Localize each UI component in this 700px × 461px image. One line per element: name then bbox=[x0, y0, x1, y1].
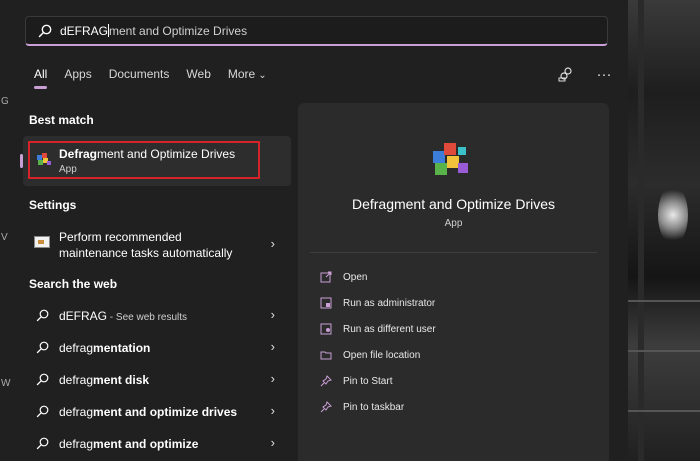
search-icon bbox=[36, 309, 49, 322]
action-label: Pin to Start bbox=[343, 375, 393, 387]
pin-icon bbox=[320, 401, 332, 413]
defrag-app-icon bbox=[37, 153, 51, 165]
action-label: Run as administrator bbox=[343, 297, 436, 309]
chevron-right-icon: › bbox=[270, 307, 275, 322]
search-icon bbox=[38, 24, 52, 37]
search-icon bbox=[36, 341, 49, 354]
tab-apps[interactable]: Apps bbox=[64, 67, 91, 89]
settings-result-item[interactable]: Perform recommended maintenance tasks aut… bbox=[23, 224, 291, 266]
desktop-wallpaper bbox=[628, 0, 700, 461]
action-label: Open file location bbox=[343, 349, 421, 361]
tab-all[interactable]: All bbox=[34, 67, 48, 89]
chevron-right-icon: › bbox=[270, 339, 275, 354]
more-options-icon[interactable]: ··· bbox=[594, 64, 614, 84]
search-icon bbox=[36, 437, 49, 450]
chevron-right-icon: › bbox=[270, 435, 275, 450]
people-connect-icon[interactable] bbox=[556, 64, 576, 84]
divider bbox=[310, 252, 597, 253]
best-match-heading: Best match bbox=[29, 113, 94, 127]
web-result-text: defragment and optimize bbox=[59, 437, 199, 451]
web-result-text: defragmentation bbox=[59, 341, 151, 355]
action-run-as-different-user[interactable]: Run as different user bbox=[320, 319, 436, 339]
preview-title: Defragment and Optimize Drives bbox=[351, 196, 556, 212]
action-label: Pin to taskbar bbox=[343, 401, 405, 413]
open-icon bbox=[320, 271, 332, 283]
settings-heading: Settings bbox=[29, 198, 77, 212]
action-run-as-administrator[interactable]: Run as administrator bbox=[320, 293, 435, 313]
chevron-right-icon: › bbox=[270, 236, 275, 251]
top-right-icons: ··· bbox=[556, 64, 614, 84]
filter-tabs: All Apps Documents Web More ⌄ bbox=[34, 67, 284, 89]
web-result-text: dEFRAG - See web results bbox=[59, 309, 188, 323]
web-result-item[interactable]: defragmentation › bbox=[23, 333, 291, 363]
action-open[interactable]: Open bbox=[320, 267, 367, 287]
search-icon bbox=[36, 405, 49, 418]
web-result-item[interactable]: defragment and optimize › bbox=[23, 429, 291, 459]
action-pin-to-start[interactable]: Pin to Start bbox=[320, 371, 392, 391]
chevron-right-icon: › bbox=[270, 403, 275, 418]
tab-more[interactable]: More ⌄ bbox=[228, 67, 267, 89]
desktop-edge-letter: V bbox=[1, 232, 8, 243]
web-result-item[interactable]: defragment disk › bbox=[23, 365, 291, 395]
maintenance-settings-icon bbox=[34, 236, 50, 248]
action-open-file-location[interactable]: Open file location bbox=[320, 345, 420, 365]
search-input[interactable]: dEFRAGment and Optimize Drives bbox=[25, 16, 608, 46]
chevron-right-icon: › bbox=[270, 371, 275, 386]
best-match-type: App bbox=[59, 164, 77, 175]
preview-type: App bbox=[444, 218, 463, 229]
chevron-down-icon: ⌄ bbox=[258, 70, 267, 81]
desktop-left-edge: G V W bbox=[0, 0, 12, 461]
tab-web[interactable]: Web bbox=[186, 67, 210, 89]
pin-icon bbox=[320, 375, 332, 387]
tab-documents[interactable]: Documents bbox=[109, 67, 170, 89]
user-icon bbox=[320, 323, 332, 335]
settings-result-text: Perform recommended maintenance tasks aut… bbox=[59, 230, 233, 260]
shield-icon bbox=[320, 297, 332, 309]
selection-indicator bbox=[20, 154, 23, 168]
best-match-item[interactable]: Defragment and Optimize Drives App bbox=[20, 136, 291, 186]
result-preview-pane: Defragment and Optimize Drives App Open … bbox=[298, 103, 609, 461]
desktop-edge-letter: W bbox=[1, 378, 11, 389]
tab-more-label: More bbox=[227, 67, 256, 81]
web-result-item[interactable]: defragment and optimize drives › bbox=[23, 397, 291, 427]
best-match-name: Defragment and Optimize Drives bbox=[59, 147, 236, 161]
search-query: dEFRAGment and Optimize Drives bbox=[60, 23, 248, 38]
search-icon bbox=[36, 373, 49, 386]
web-result-text: defragment and optimize drives bbox=[59, 405, 238, 419]
action-label: Open bbox=[343, 271, 368, 283]
defrag-app-large-icon bbox=[433, 143, 468, 175]
action-label: Run as different user bbox=[343, 323, 436, 335]
action-pin-to-taskbar[interactable]: Pin to taskbar bbox=[320, 397, 404, 417]
folder-icon bbox=[320, 351, 332, 360]
web-result-text: defragment disk bbox=[59, 373, 150, 387]
web-result-item[interactable]: dEFRAG - See web results › bbox=[23, 301, 291, 331]
desktop-edge-letter: G bbox=[1, 96, 9, 107]
search-web-heading: Search the web bbox=[29, 277, 118, 291]
